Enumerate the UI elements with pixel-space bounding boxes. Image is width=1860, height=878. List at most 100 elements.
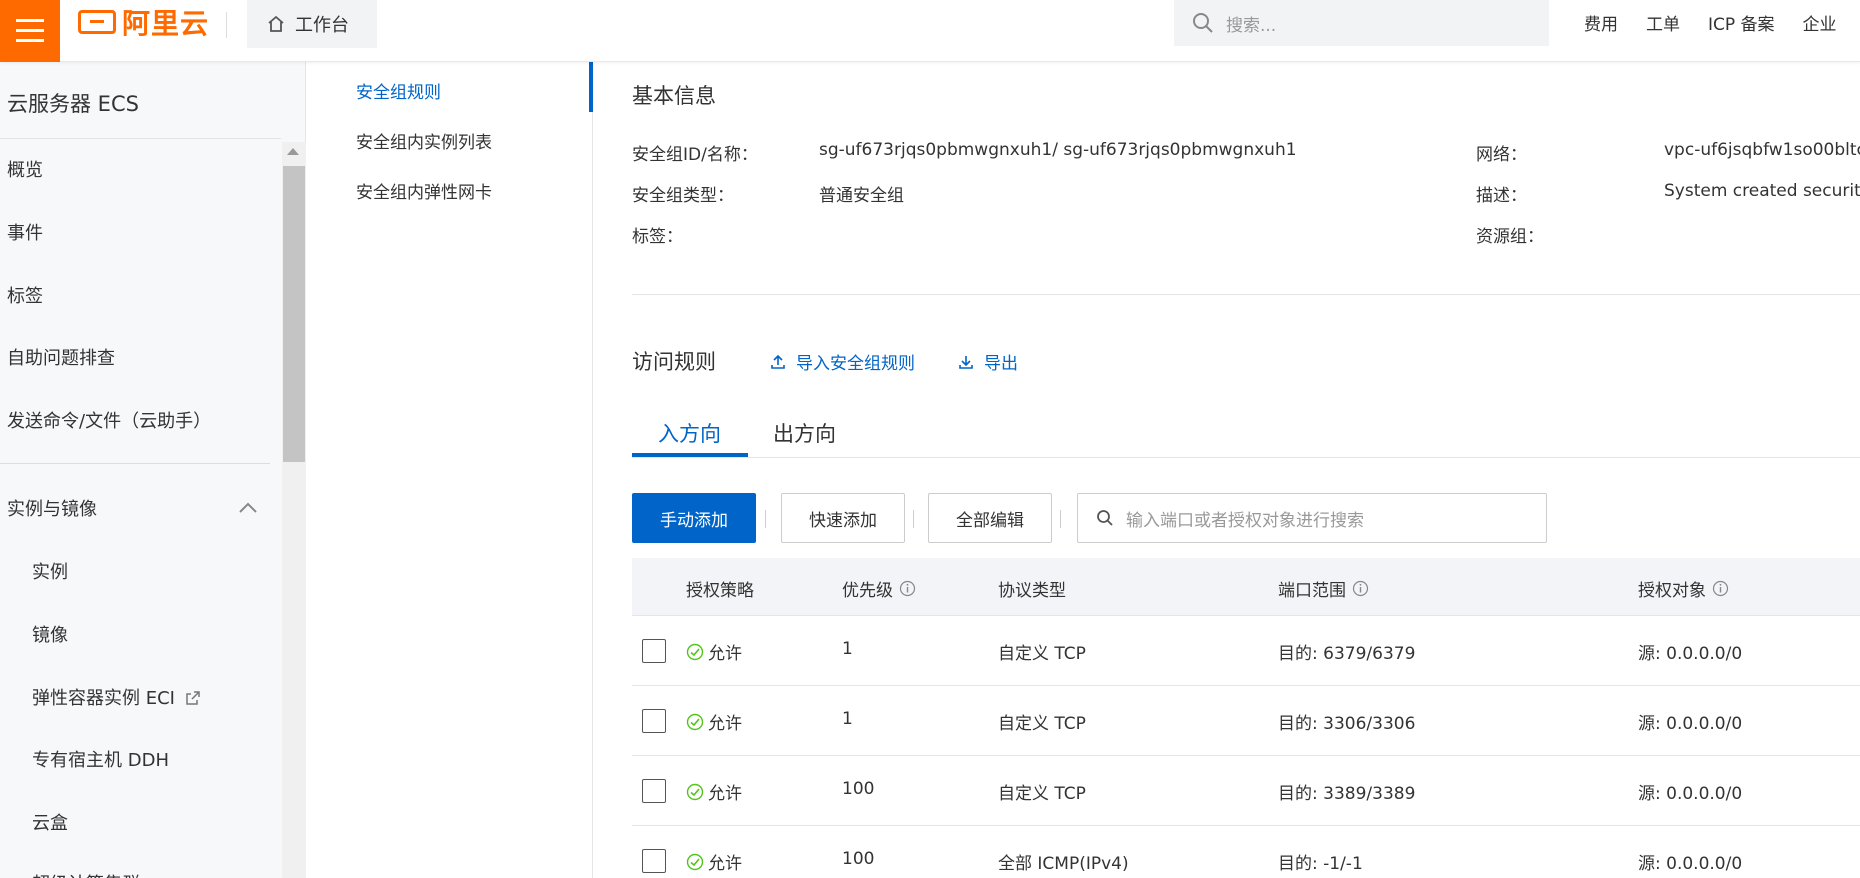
column-priority: 优先级: [842, 576, 916, 601]
port-cell: 目的: 3306/3306: [1278, 714, 1416, 734]
workbench-label: 工作台: [295, 15, 349, 36]
manual-add-button[interactable]: 手动添加: [632, 493, 756, 543]
top-link-billing[interactable]: 费用: [1584, 10, 1618, 35]
sidebar-item-troubleshoot[interactable]: 自助问题排查: [7, 344, 115, 370]
main-content: 基本信息 安全组ID/名称： sg-uf673rjqs0pbmwgnxuh1/ …: [594, 62, 1860, 878]
source-cell: 源: 0.0.0.0/0: [1638, 854, 1743, 874]
subnav-item-rules[interactable]: 安全组规则: [356, 78, 441, 103]
search-icon: [1097, 510, 1113, 526]
search-placeholder: 搜索...: [1226, 15, 1277, 36]
source-cell: 源: 0.0.0.0/0: [1638, 644, 1743, 664]
check-circle-icon: [686, 783, 704, 800]
info-icon[interactable]: [899, 580, 916, 597]
sidebar-item-send-command[interactable]: 发送命令/文件（云助手）: [7, 407, 211, 433]
network-value[interactable]: vpc-uf6jsqbfw1so00bltc: [1664, 140, 1860, 160]
chevron-up-icon[interactable]: [238, 500, 258, 514]
export-button[interactable]: 导出: [958, 349, 1018, 374]
divider: [632, 294, 1860, 295]
row-checkbox[interactable]: [642, 639, 666, 663]
sidebar-scrollbar-thumb[interactable]: [283, 166, 305, 462]
tags-label: 标签：: [632, 227, 683, 247]
top-link-enterprise[interactable]: 企业: [1803, 10, 1837, 35]
export-label: 导出: [984, 354, 1018, 374]
edit-all-button[interactable]: 全部编辑: [928, 493, 1052, 543]
tab-inbound[interactable]: 入方向: [658, 418, 721, 448]
check-circle-icon: [686, 853, 704, 870]
sidebar-item-overview[interactable]: 概览: [7, 156, 43, 182]
port-cell: 目的: 3389/3389: [1278, 784, 1416, 804]
policy-cell: 允许: [686, 709, 742, 734]
divider: [0, 138, 281, 139]
sidebar-item-images[interactable]: 镜像: [32, 621, 68, 647]
sidebar-item-events[interactable]: 事件: [7, 219, 43, 245]
port-cell: 目的: 6379/6379: [1278, 644, 1416, 664]
table-row: 允许 100 全部 ICMP(IPv4) 目的: -1/-1 源: 0.0.0.…: [632, 826, 1860, 878]
network-label: 网络：: [1476, 145, 1527, 165]
import-rules-button[interactable]: 导入安全组规则: [770, 349, 915, 374]
direction-tabs: 入方向 出方向: [632, 402, 1860, 458]
rule-search-input[interactable]: 输入端口或者授权对象进行搜索: [1077, 493, 1547, 543]
column-source-label: 授权对象: [1638, 581, 1706, 601]
row-checkbox[interactable]: [642, 709, 666, 733]
subnav-item-instances[interactable]: 安全组内实例列表: [356, 128, 492, 153]
hamburger-menu-icon[interactable]: [0, 0, 60, 62]
protocol-cell: 自定义 TCP: [998, 784, 1086, 804]
priority-cell: 100: [842, 779, 875, 799]
basic-info-title: 基本信息: [632, 84, 716, 108]
sidebar-title: 云服务器 ECS: [7, 92, 139, 116]
upload-icon: [771, 354, 785, 369]
scroll-up-arrow-icon[interactable]: [287, 148, 299, 155]
sidebar-item-scc[interactable]: 超级计算集群: [32, 870, 140, 878]
sidebar-item-eci-label: 弹性容器实例 ECI: [32, 688, 175, 709]
global-search-input[interactable]: 搜索...: [1174, 0, 1549, 46]
column-port-range-label: 端口范围: [1278, 581, 1346, 601]
sidebar-group-instances-images[interactable]: 实例与镜像: [7, 495, 97, 521]
resource-group-label: 资源组：: [1476, 227, 1544, 247]
description-value: System created security: [1664, 181, 1860, 201]
source-cell: 源: 0.0.0.0/0: [1638, 784, 1743, 804]
top-link-ticket[interactable]: 工单: [1646, 10, 1680, 35]
workbench-button[interactable]: 工作台: [247, 0, 377, 48]
subnav-item-enis[interactable]: 安全组内弹性网卡: [356, 178, 492, 203]
quick-add-button[interactable]: 快速添加: [781, 493, 905, 543]
source-cell: 源: 0.0.0.0/0: [1638, 714, 1743, 734]
divider: [226, 12, 227, 38]
sidebar-item-eci[interactable]: 弹性容器实例 ECI: [32, 684, 201, 710]
check-circle-icon: [686, 713, 704, 730]
table-row: 允许 100 自定义 TCP 目的: 3389/3389 源: 0.0.0.0/…: [632, 756, 1860, 826]
port-cell: 目的: -1/-1: [1278, 854, 1363, 874]
top-link-icp[interactable]: ICP 备案: [1708, 10, 1775, 35]
sidebar-item-tags[interactable]: 标签: [7, 282, 43, 308]
table-row: 允许 1 自定义 TCP 目的: 6379/6379 源: 0.0.0.0/0: [632, 616, 1860, 686]
column-port-range: 端口范围: [1278, 576, 1369, 601]
external-link-icon: [185, 691, 200, 705]
divider: [0, 463, 270, 464]
search-icon: [1193, 13, 1213, 33]
row-checkbox[interactable]: [642, 779, 666, 803]
protocol-cell: 自定义 TCP: [998, 714, 1086, 734]
policy-value: 允许: [708, 644, 742, 664]
info-icon[interactable]: [1352, 580, 1369, 597]
row-checkbox[interactable]: [642, 849, 666, 873]
check-circle-icon: [686, 643, 704, 660]
rule-search-placeholder: 输入端口或者授权对象进行搜索: [1126, 510, 1364, 531]
tab-outbound[interactable]: 出方向: [773, 418, 836, 448]
sidebar-item-ddh[interactable]: 专有宿主机 DDH: [32, 746, 169, 772]
home-icon: [268, 15, 284, 32]
divider: [1060, 510, 1061, 528]
policy-value: 允许: [708, 784, 742, 804]
top-bar: 阿里云 工作台 搜索... 费用 工单 ICP 备案 企业: [0, 0, 1860, 62]
sg-type-label: 安全组类型：: [632, 186, 734, 206]
sg-id-value: sg-uf673rjqs0pbmwgnxuh1/ sg-uf673rjqs0pb…: [819, 140, 1297, 160]
sg-type-value: 普通安全组: [819, 186, 904, 206]
sidebar-item-instances[interactable]: 实例: [32, 558, 68, 584]
info-icon[interactable]: [1712, 580, 1729, 597]
column-policy: 授权策略: [686, 581, 754, 601]
security-group-subnav: 安全组规则 安全组内实例列表 安全组内弹性网卡: [306, 62, 593, 878]
aliyun-logo[interactable]: 阿里云: [78, 6, 209, 40]
policy-value: 允许: [708, 854, 742, 874]
access-rules-title: 访问规则: [632, 350, 716, 374]
column-protocol: 协议类型: [998, 581, 1066, 601]
sidebar-item-cloudbox[interactable]: 云盒: [32, 809, 68, 835]
left-sidebar: 云服务器 ECS 概览 事件 标签 自助问题排查 发送命令/文件（云助手） 实例…: [0, 62, 306, 878]
